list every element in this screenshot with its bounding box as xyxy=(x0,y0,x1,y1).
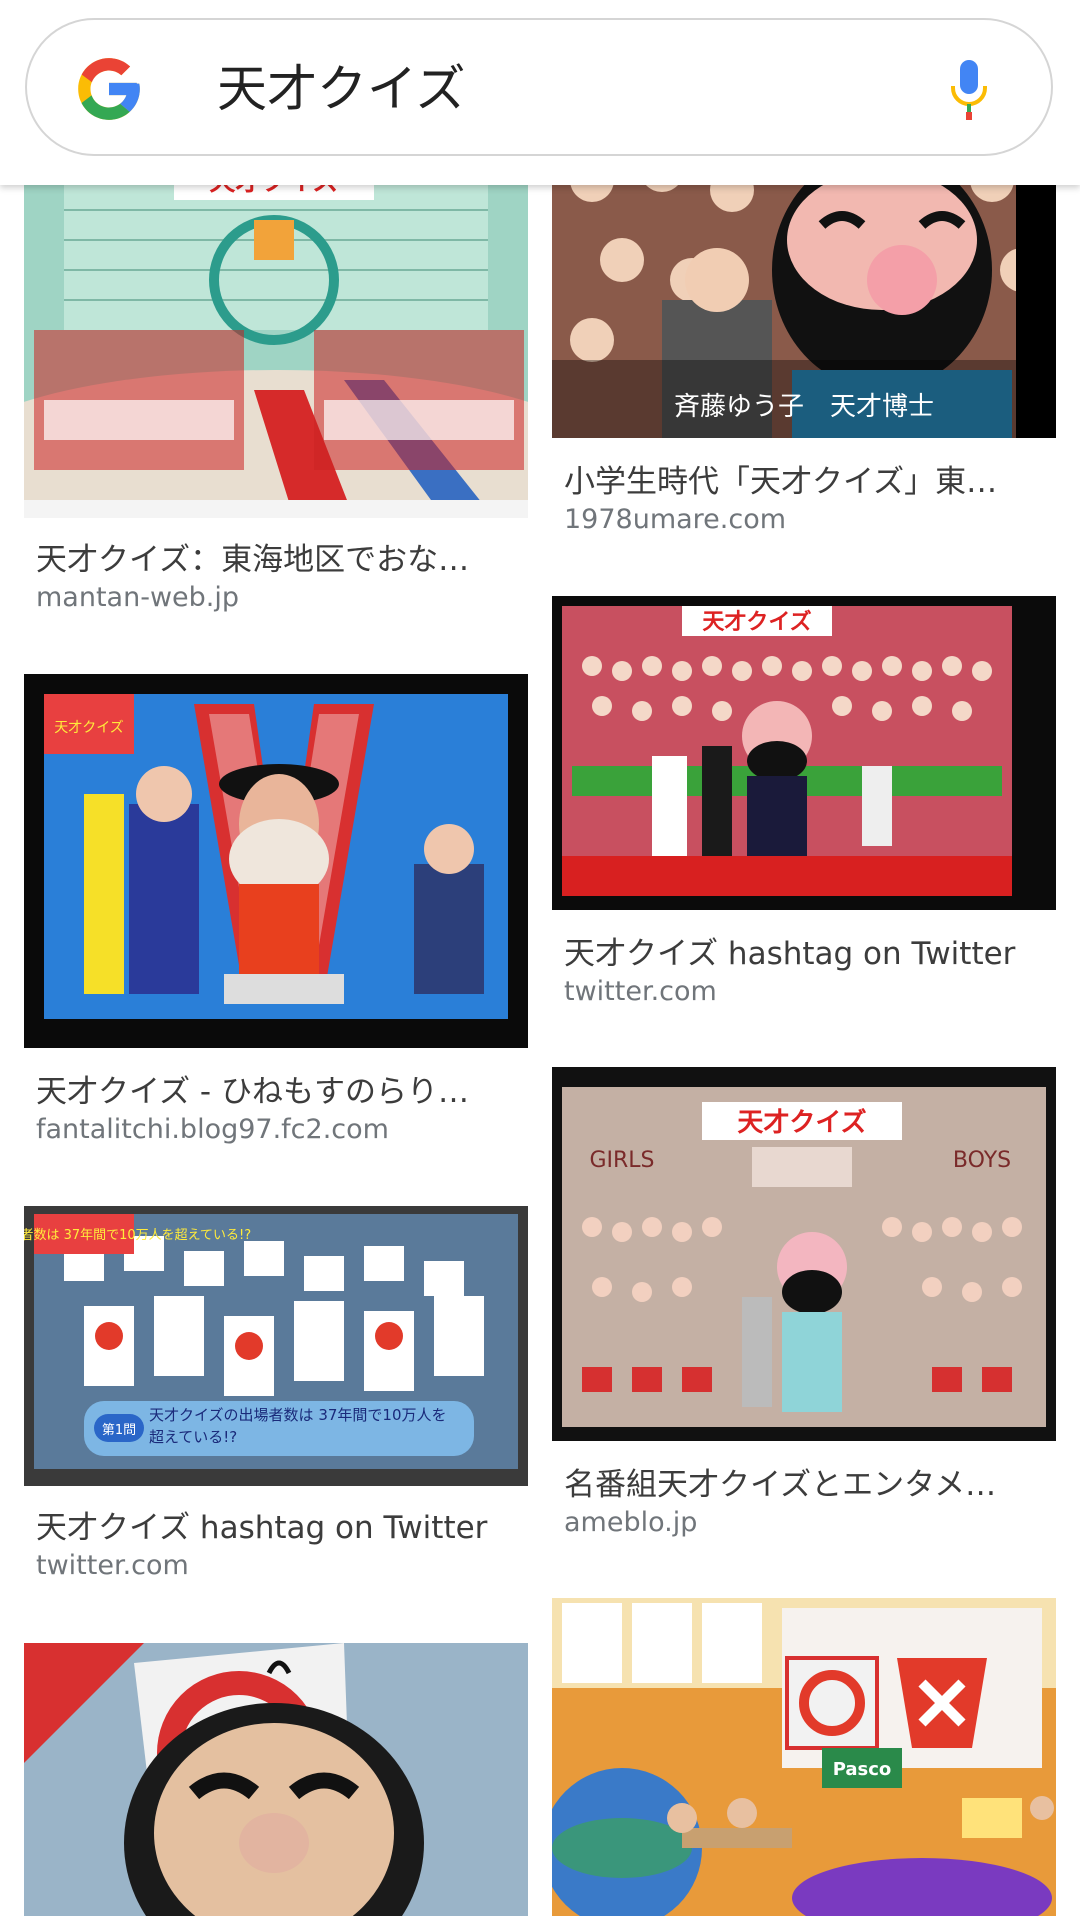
result-title[interactable]: 天才クイズ hashtag on Twitter xyxy=(36,1502,516,1547)
thumbnail-logo-text: 天才クイズ xyxy=(737,1107,866,1138)
result-source: ameblo.jp xyxy=(564,1507,698,1538)
result-title[interactable]: 小学生時代「天才クイズ」東… xyxy=(564,456,1044,501)
thumbnail-caption-text: 斉藤ゆう子 天才博士 xyxy=(674,392,934,422)
result-thumbnail[interactable]: 天才クイズ xyxy=(24,674,528,1048)
image-result-card[interactable]: 斉藤ゆう子 天才博士 小学生時代「天才クイズ」東… 1978umare.com xyxy=(552,130,1056,550)
image-result-card[interactable]: 天才クイズ 天才クイズ：東海地区でおな… mantan-web.jp xyxy=(24,130,528,620)
image-result-card[interactable] xyxy=(24,1643,528,1916)
google-g-icon[interactable] xyxy=(72,52,146,126)
image-result-card[interactable]: 天才クイズの出場者数は 37年間で10万人を超えている!? 第1問 天才クイズの… xyxy=(24,1206,528,1606)
result-thumbnail[interactable]: 天才クイズ xyxy=(552,596,1056,910)
thumbnail-boys-text: BOYS xyxy=(953,1148,1011,1173)
result-source: twitter.com xyxy=(564,976,717,1007)
thumbnail-logo-text: 天才クイズ xyxy=(54,720,124,736)
search-query-text[interactable]: 天才クイズ xyxy=(217,52,466,126)
result-source: twitter.com xyxy=(36,1550,189,1581)
result-thumbnail[interactable]: 天才クイズ xyxy=(24,130,528,518)
result-source: fantalitchi.blog97.fc2.com xyxy=(36,1114,389,1145)
result-title[interactable]: 天才クイズ - ひねもすのらり… xyxy=(36,1066,516,1111)
image-result-card[interactable]: 天才クイズ 天才クイズ - ひねもすのらり… fantalitchi.blog9… xyxy=(24,674,528,1154)
image-results-grid: 天才クイズ 天才クイズ：東海地区でおな… mantan-web.jp xyxy=(0,0,1080,1916)
search-bar[interactable]: 天才クイズ xyxy=(25,18,1053,156)
result-thumbnail[interactable]: Pasco xyxy=(552,1598,1056,1916)
result-thumbnail[interactable]: 天才クイズ GIRLS BOYS xyxy=(552,1067,1056,1441)
result-thumbnail[interactable] xyxy=(24,1643,528,1916)
result-source: 1978umare.com xyxy=(564,504,787,535)
result-title[interactable]: 天才クイズ hashtag on Twitter xyxy=(564,928,1044,973)
result-title[interactable]: 天才クイズ：東海地区でおな… xyxy=(36,534,516,579)
thumbnail-logo-text: Pasco xyxy=(833,1759,892,1780)
thumbnail-logo-text: 天才クイズ xyxy=(702,609,811,635)
thumbnail-caption-text: 天才クイズの出場者数は 37年間で10万人を超えている!? xyxy=(149,1406,447,1446)
microphone-icon[interactable] xyxy=(947,58,991,122)
result-thumbnail[interactable]: 天才クイズの出場者数は 37年間で10万人を超えている!? 第1問 天才クイズの… xyxy=(24,1206,528,1486)
thumbnail-badge-text: 第1問 xyxy=(102,1423,136,1438)
thumbnail-girls-text: GIRLS xyxy=(589,1148,654,1173)
result-source: mantan-web.jp xyxy=(36,582,240,613)
search-header: 天才クイズ xyxy=(0,0,1080,185)
image-result-card[interactable]: Pasco xyxy=(552,1598,1056,1916)
image-result-card[interactable]: 天才クイズ GIRLS BOYS 名番組天才クイズとエンタメ… ameblo.j… xyxy=(552,1067,1056,1557)
result-title[interactable]: 名番組天才クイズとエンタメ… xyxy=(564,1459,1044,1504)
image-result-card[interactable]: 天才クイズ 天才クイズ hashtag on Twitter twitter.c… xyxy=(552,596,1056,1016)
thumbnail-logo-text: 天才クイズの出場者数は 37年間で10万人を超えている!? xyxy=(24,1227,251,1243)
